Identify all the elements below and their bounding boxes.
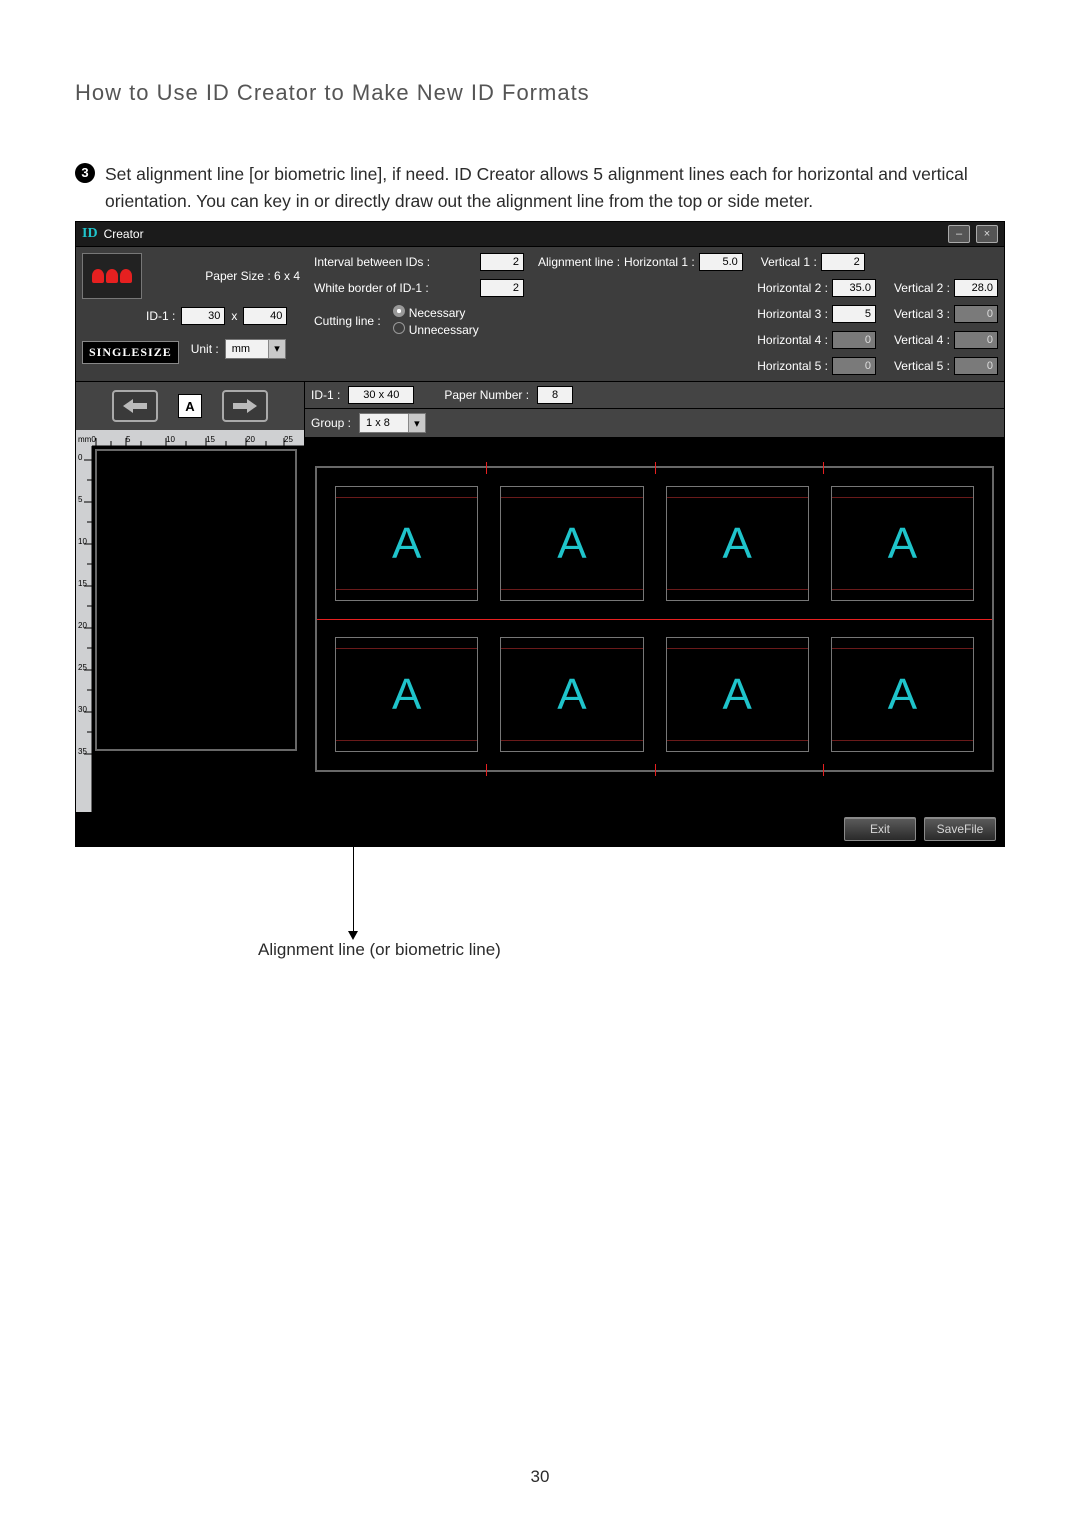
svg-text:mm0: mm0 <box>78 435 96 444</box>
h3-field[interactable]: 5 <box>832 305 876 323</box>
layout-cell: A <box>831 486 974 601</box>
page-number: 30 <box>0 1467 1080 1487</box>
h4-field[interactable]: 0 <box>832 331 876 349</box>
svg-text:0: 0 <box>78 453 83 462</box>
layout-cell: A <box>500 486 643 601</box>
alignment-header: Alignment line : <box>538 255 620 269</box>
preview-thumb <box>82 253 142 299</box>
unit-label: Unit : <box>191 342 219 356</box>
layout-cell: A <box>666 486 809 601</box>
titlebar: ID Creator – × <box>76 222 1004 247</box>
h5-field[interactable]: 0 <box>832 357 876 375</box>
svg-text:35: 35 <box>78 747 87 756</box>
layout-cell: A <box>335 486 478 601</box>
v2-field[interactable]: 28.0 <box>954 279 998 297</box>
work-area: A <box>76 382 1004 812</box>
border-field[interactable]: 2 <box>480 279 524 297</box>
layout-cell: A <box>666 637 809 752</box>
svg-text:5: 5 <box>126 435 131 444</box>
window-footer: Exit SaveFile <box>76 812 1004 846</box>
id1-height[interactable]: 40 <box>243 307 287 325</box>
svg-text:25: 25 <box>284 435 293 444</box>
singlesize-badge: SINGLESIZE <box>82 341 179 364</box>
next-button[interactable] <box>222 390 268 422</box>
prev-button[interactable] <box>112 390 158 422</box>
id1-label: ID-1 : <box>146 309 175 323</box>
paper-stage[interactable]: A A A A A A A A <box>305 438 1004 812</box>
step-3: 3 Set alignment line [or biometric line]… <box>75 161 1005 215</box>
app-logo: ID <box>82 226 98 242</box>
svg-text:5: 5 <box>78 495 83 504</box>
svg-text:30: 30 <box>78 705 87 714</box>
id-size-field: 30 x 40 <box>348 386 414 404</box>
svg-text:10: 10 <box>78 537 87 546</box>
h2-field[interactable]: 35.0 <box>832 279 876 297</box>
layout-cell: A <box>831 637 974 752</box>
chevron-down-icon: ▾ <box>408 414 425 432</box>
save-file-button[interactable]: SaveFile <box>924 817 996 841</box>
interval-field[interactable]: 2 <box>480 253 524 271</box>
layout-cell: A <box>335 637 478 752</box>
layout-info-strip-2: Group : 1 x 8▾ <box>305 409 1004 438</box>
paper-size-label: Paper Size : 6 x 4 <box>205 269 300 283</box>
svg-text:20: 20 <box>78 621 87 630</box>
v5-field[interactable]: 0 <box>954 357 998 375</box>
step-bullet-3: 3 <box>75 163 95 183</box>
current-id-thumb: A <box>178 394 202 418</box>
window-title: Creator <box>104 227 144 241</box>
callout-label: Alignment line (or biometric line) <box>258 940 501 960</box>
svg-text:10: 10 <box>166 435 175 444</box>
close-icon[interactable]: × <box>976 225 998 243</box>
v4-field[interactable]: 0 <box>954 331 998 349</box>
chevron-down-icon: ▾ <box>268 340 285 358</box>
radio-unnecessary[interactable]: Unnecessary <box>393 322 479 337</box>
ruler-canvas[interactable]: A <box>76 382 305 812</box>
exit-button[interactable]: Exit <box>844 817 916 841</box>
radio-necessary[interactable]: Necessary <box>393 305 479 320</box>
layout-cell: A <box>500 637 643 752</box>
step-text: Set alignment line [or biometric line], … <box>105 161 1005 215</box>
interval-label: Interval between IDs : <box>314 255 430 269</box>
layout-info-strip: ID-1 : 30 x 40 Paper Number : 8 <box>305 382 1004 409</box>
svg-text:15: 15 <box>206 435 215 444</box>
minimize-icon[interactable]: – <box>948 225 970 243</box>
unit-select[interactable]: mm▾ <box>225 339 286 359</box>
paper-number-field: 8 <box>537 386 573 404</box>
id1-width[interactable]: 30 <box>181 307 225 325</box>
border-label: White border of ID-1 : <box>314 281 429 295</box>
page-title: How to Use ID Creator to Make New ID For… <box>75 80 1005 106</box>
settings-toolbar: Paper Size : 6 x 4 ID-1 : 30 x 40 SINGLE… <box>76 247 1004 382</box>
id-creator-window: ID Creator – × Paper Size : 6 x 4 ID-1 : <box>75 221 1005 847</box>
group-select[interactable]: 1 x 8▾ <box>359 413 426 433</box>
svg-text:25: 25 <box>78 663 87 672</box>
v3-field[interactable]: 0 <box>954 305 998 323</box>
svg-text:15: 15 <box>78 579 87 588</box>
callout-arrow <box>233 785 358 935</box>
cutting-line-label: Cutting line : <box>314 314 381 328</box>
h1-field[interactable]: 5.0 <box>699 253 743 271</box>
v1-field[interactable]: 2 <box>821 253 865 271</box>
svg-text:20: 20 <box>246 435 255 444</box>
